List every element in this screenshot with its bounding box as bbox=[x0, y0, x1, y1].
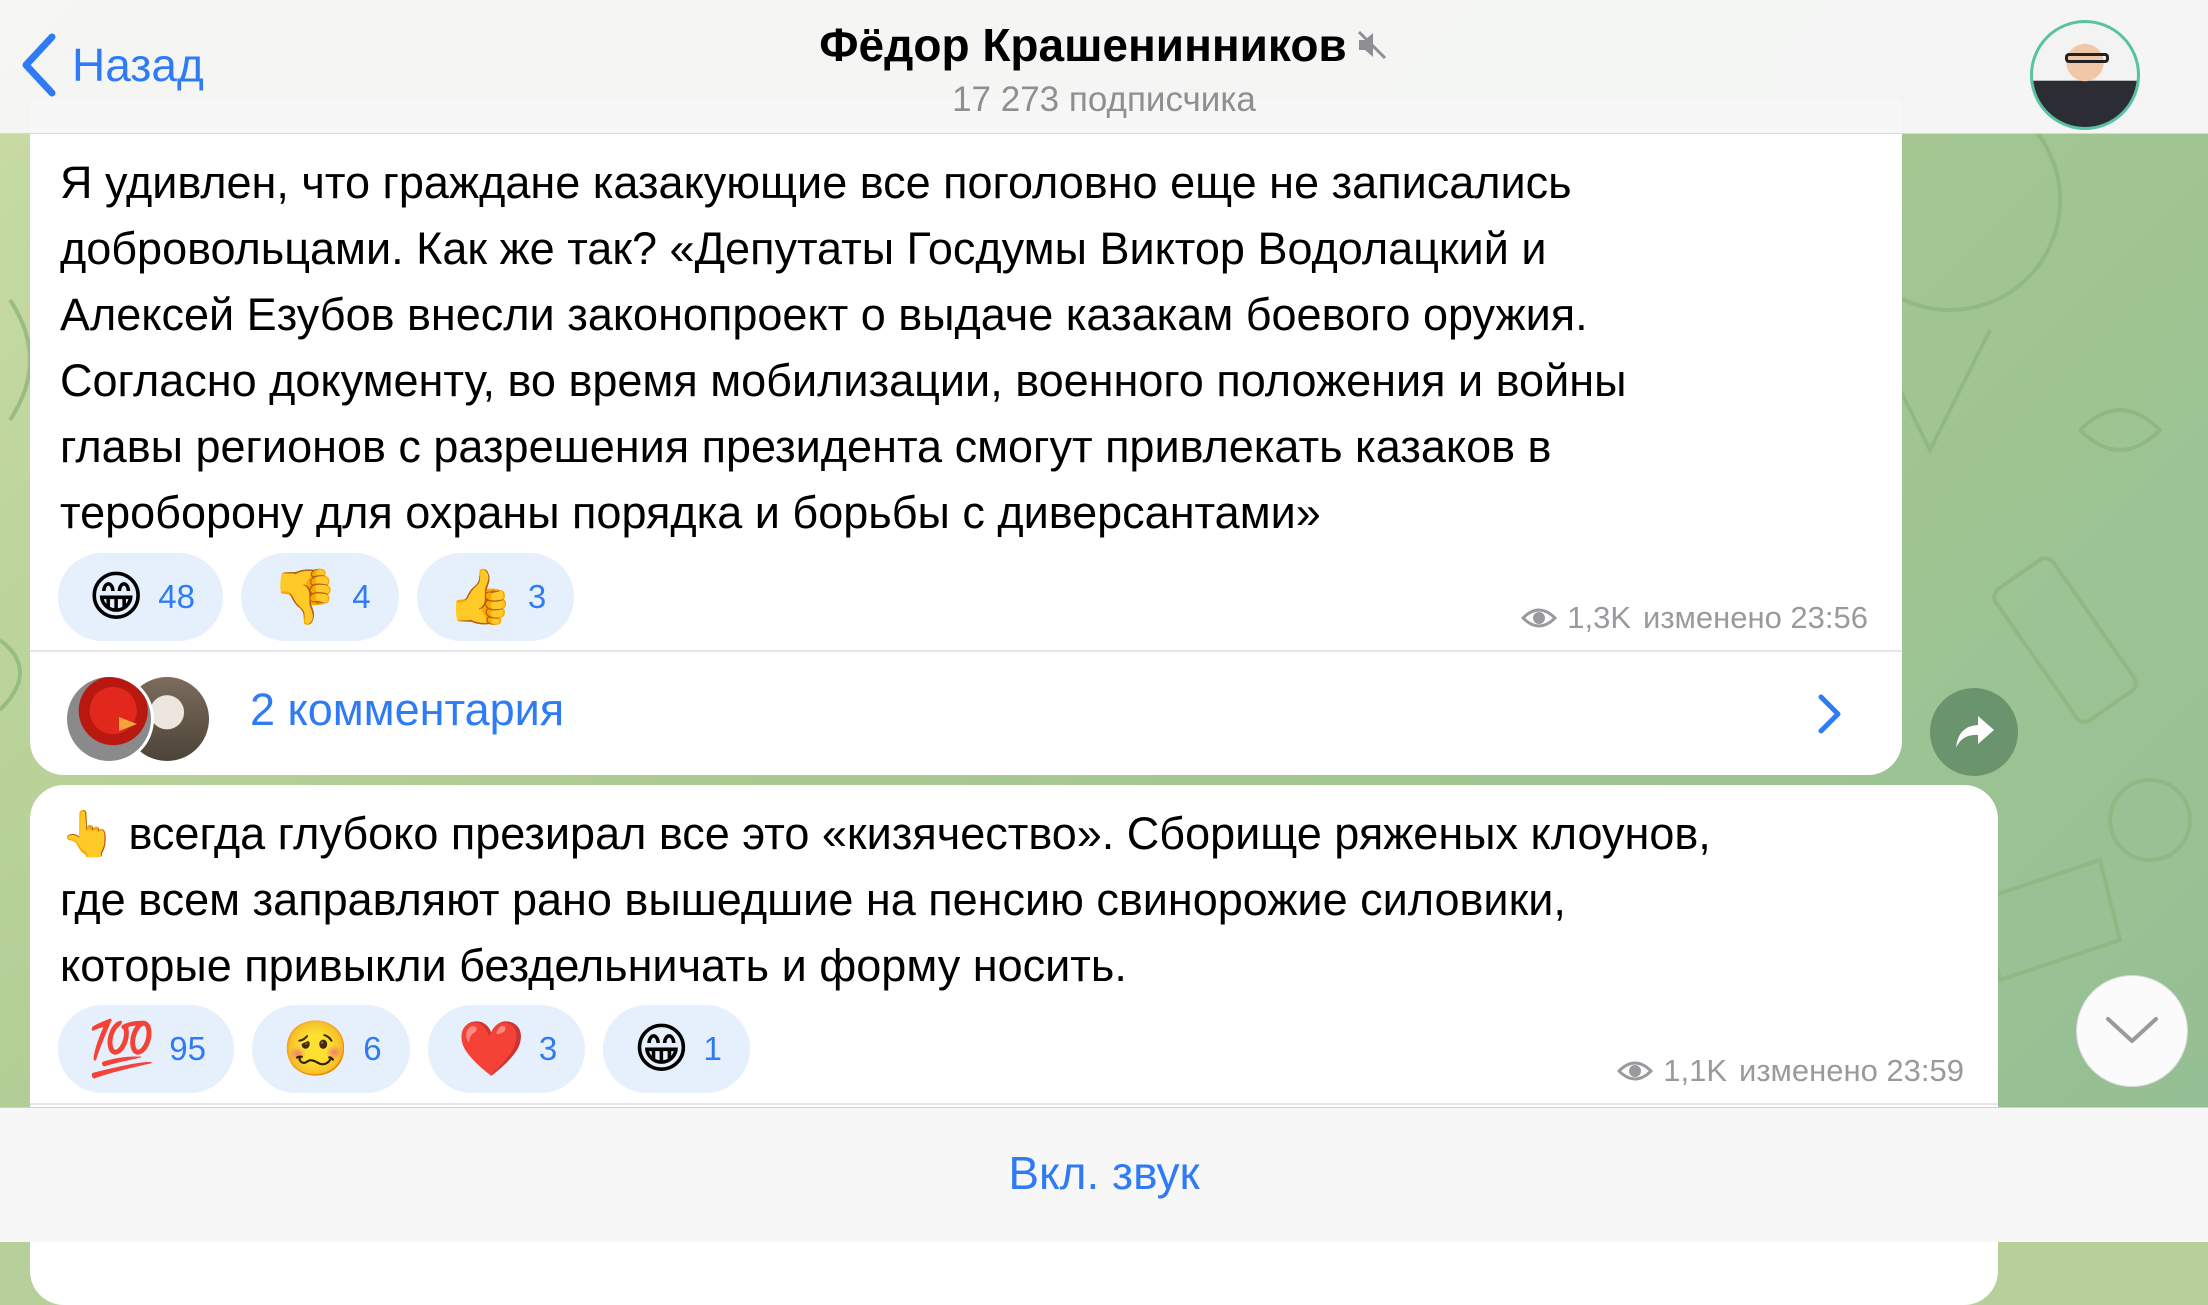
share-button[interactable] bbox=[1930, 688, 2018, 776]
view-count: 1,1K bbox=[1663, 1053, 1727, 1088]
unmute-button[interactable]: Вкл. звук bbox=[0, 1146, 2208, 1200]
bottom-bar: Вкл. звук bbox=[0, 1107, 2208, 1242]
channel-avatar[interactable] bbox=[2030, 20, 2140, 130]
subscriber-count: 17 273 подписчика bbox=[952, 80, 1256, 119]
reaction-grin[interactable]: 😁 48 bbox=[58, 553, 224, 641]
eye-icon bbox=[1521, 608, 1558, 628]
commenter-avatar bbox=[64, 674, 154, 764]
reaction-count: 3 bbox=[538, 1030, 558, 1067]
channel-info[interactable]: Фёдор Крашенинников 17 273 подписчика bbox=[0, 18, 2208, 120]
reaction-heart[interactable]: ❤️ 3 bbox=[427, 1005, 586, 1093]
reaction-woozy[interactable]: 🥴 6 bbox=[251, 1005, 410, 1093]
reaction-count: 6 bbox=[363, 1030, 382, 1067]
grinning-face-icon: 😁 bbox=[88, 567, 145, 627]
divider bbox=[30, 1103, 1998, 1105]
reaction-grin[interactable]: 😁 1 bbox=[603, 1005, 750, 1093]
reaction-count: 48 bbox=[158, 578, 196, 615]
comments-label: 2 комментария bbox=[250, 684, 565, 735]
woozy-face-icon: 🥴 bbox=[281, 1019, 350, 1079]
message-text: Я удивлен, что граждане казакующие все п… bbox=[60, 157, 1627, 538]
red-heart-icon: ❤️ bbox=[457, 1019, 525, 1079]
grinning-face-icon: 😁 bbox=[633, 1019, 690, 1079]
message-bubble[interactable]: Я удивлен, что граждане казакующие все п… bbox=[30, 100, 1902, 775]
eye-icon bbox=[1617, 1061, 1654, 1081]
reaction-thumbs-down[interactable]: 👎 4 bbox=[241, 553, 399, 641]
share-arrow-icon bbox=[1956, 716, 1994, 748]
speaker-muted-icon bbox=[1357, 30, 1386, 60]
chevron-down-icon bbox=[2106, 1017, 2158, 1043]
view-count: 1,3K bbox=[1567, 600, 1631, 635]
reaction-count: 3 bbox=[527, 578, 547, 615]
reaction-hundred[interactable]: 💯 95 bbox=[58, 1005, 234, 1093]
reaction-count: 4 bbox=[352, 578, 371, 615]
channel-title: Фёдор Крашенинников bbox=[819, 19, 1347, 71]
chevron-right-icon bbox=[1818, 694, 1841, 734]
comments-button[interactable]: 2 комментария bbox=[30, 652, 1902, 772]
reaction-count: 95 bbox=[169, 1030, 206, 1067]
hundred-points-icon: 💯 bbox=[88, 1019, 156, 1079]
message-text: 👆 всегда глубоко презирал все это «кизяч… bbox=[60, 808, 1711, 991]
scroll-to-bottom-button[interactable] bbox=[2076, 975, 2188, 1087]
navigation-header: Назад Фёдор Крашенинников 17 273 подписч… bbox=[0, 0, 2208, 134]
reactions-bar: 😁 48 👎 4 👍 3 bbox=[58, 553, 575, 641]
reaction-thumbs-up[interactable]: 👍 3 bbox=[416, 553, 575, 641]
thumbs-up-icon: 👍 bbox=[446, 567, 514, 627]
edited-time: изменено 23:59 bbox=[1739, 1053, 1964, 1088]
message-meta: 1,1K изменено 23:59 bbox=[1617, 1053, 1964, 1089]
reactions-bar: 💯 95 🥴 6 ❤️ 3 😁 1 bbox=[58, 1005, 750, 1093]
thumbs-down-icon: 👎 bbox=[271, 567, 339, 627]
reaction-count: 1 bbox=[703, 1030, 722, 1067]
edited-time: изменено 23:56 bbox=[1643, 600, 1868, 635]
message-meta: 1,3K изменено 23:56 bbox=[1521, 600, 1868, 636]
